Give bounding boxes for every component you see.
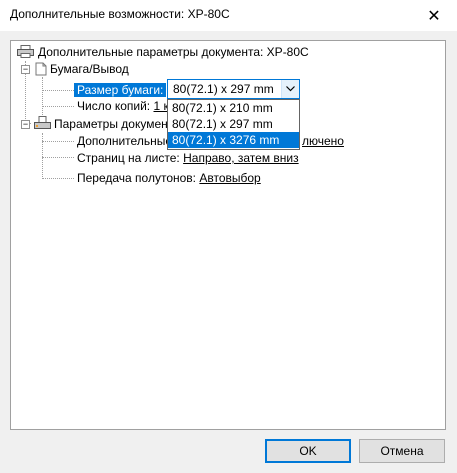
tree-line	[42, 106, 74, 107]
title-bar: Дополнительные возможности: XP-80C ✕	[0, 0, 457, 31]
tree-line	[42, 133, 43, 179]
paper-size-option[interactable]: 80(72.1) x 210 mm	[168, 100, 299, 116]
paper-size-option-highlighted[interactable]: 80(72.1) x 3276 mm	[168, 132, 299, 148]
pages-per-sheet-item[interactable]: Страниц на листе: Направо, затем вниз	[77, 150, 299, 166]
paper-size-option[interactable]: 80(72.1) x 297 mm	[168, 116, 299, 132]
tree-line	[42, 178, 74, 179]
tree-line	[42, 157, 74, 158]
tree-line	[42, 77, 43, 115]
paper-size-label[interactable]: Размер бумаги:	[74, 82, 167, 98]
halftone-value[interactable]: Автовыбор	[199, 171, 260, 185]
paper-size-dropdown-list[interactable]: 80(72.1) x 210 mm 80(72.1) x 297 mm 80(7…	[167, 99, 300, 150]
advanced-label: Дополнительные	[77, 134, 172, 148]
tree-line	[42, 141, 74, 142]
halftone-label: Передача полутонов:	[77, 171, 197, 185]
close-button[interactable]: ✕	[411, 0, 457, 31]
collapse-toggle-paper[interactable]: −	[21, 65, 30, 74]
advanced-item[interactable]: Дополнительные	[77, 133, 172, 149]
paper-size-label-text: Размер бумаги:	[74, 83, 167, 97]
collapse-toggle-document[interactable]: −	[21, 120, 30, 129]
tree-node-paper-output[interactable]: Бумага/Вывод	[50, 61, 129, 77]
printer-document-icon	[34, 116, 51, 129]
paper-icon	[35, 62, 47, 76]
paper-size-combobox[interactable]: 80(72.1) x 297 mm	[167, 79, 300, 99]
tree-root-label[interactable]: Дополнительные параметры документа: XP-8…	[38, 44, 309, 60]
close-icon: ✕	[427, 7, 441, 25]
window-title: Дополнительные возможности: XP-80C	[10, 7, 230, 21]
ok-button[interactable]: OK	[265, 439, 351, 463]
printer-icon	[17, 45, 34, 58]
advanced-value[interactable]: лючено	[302, 133, 344, 149]
paper-size-selected-value: 80(72.1) x 297 mm	[173, 82, 274, 96]
advanced-value-text: лючено	[302, 134, 344, 148]
tree-node-document-params[interactable]: Параметры докумен	[54, 116, 168, 132]
pages-per-sheet-value[interactable]: Направо, затем вниз	[183, 151, 299, 165]
copies-label: Число копий:	[77, 99, 151, 113]
paper-size-dropdown-button[interactable]	[281, 80, 299, 98]
copies-item[interactable]: Число копий: 1 к	[77, 98, 169, 114]
cancel-button[interactable]: Отмена	[359, 439, 445, 463]
pages-per-sheet-label: Страниц на листе:	[77, 151, 180, 165]
halftone-item[interactable]: Передача полутонов: Автовыбор	[77, 170, 261, 186]
tree-line	[42, 90, 74, 91]
chevron-down-icon	[286, 86, 295, 92]
